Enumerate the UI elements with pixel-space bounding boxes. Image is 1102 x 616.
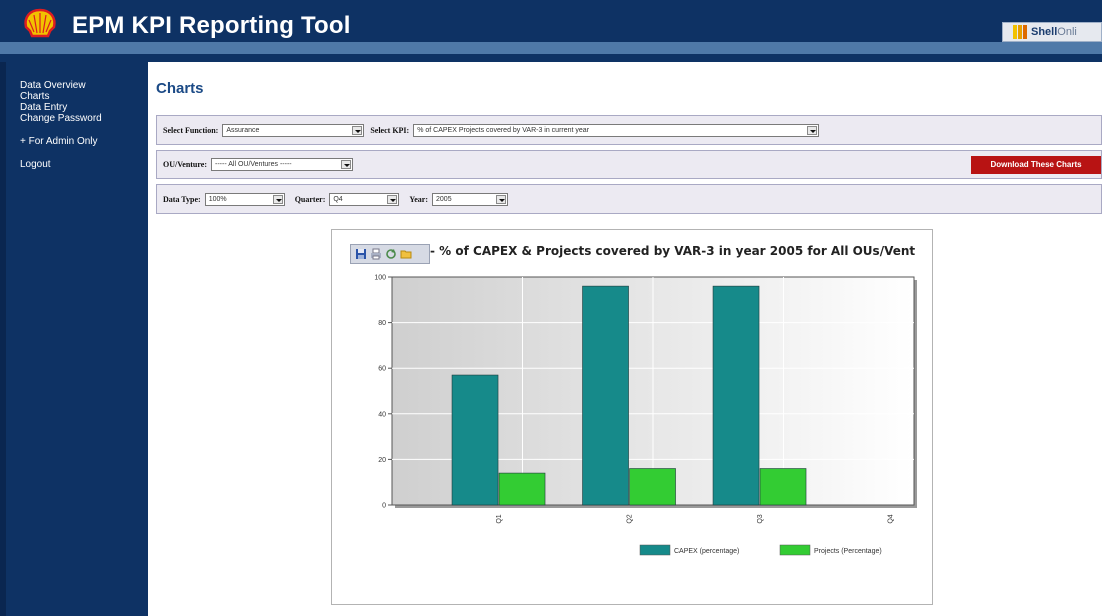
shell-online-badge[interactable]: ShellOnli [1002,22,1102,42]
folder-icon[interactable] [400,248,412,260]
y-tick-label: 0 [382,503,386,510]
shell-online-label: ShellOnli [1031,26,1077,38]
x-tick-label: Q3 [757,514,764,523]
chevron-down-icon[interactable] [352,125,363,135]
y-tick-label: 100 [374,275,386,282]
sidebar-nav: Data Overview Charts Data Entry Change P… [20,80,102,170]
bar-projects-q3 [759,468,807,506]
filter-row-ou: OU/Venture: ----- All OU/Ventures ----- … [156,150,1102,179]
bar-chart: 0 20 40 60 80 100 Q1 Q2 Q3 Q4 CAPEX (percentage) Pr… [374,275,917,556]
chart-title: % of CAPEX & Projects covered by VAR-3 i… [430,244,915,258]
filter-row-period: Data Type: 100% Quarter: Q4 Year: 2005 [156,184,1102,214]
datatype-select[interactable]: 100% [204,192,285,206]
ou-select[interactable]: ----- All OU/Ventures ----- [211,158,353,171]
y-tick-label: 40 [378,411,386,418]
y-tick-label: 20 [378,457,386,464]
x-tick-label: Q4 [887,514,894,523]
chevron-down-icon[interactable] [387,194,398,204]
chevron-down-icon[interactable] [272,194,283,204]
chart-panel: 0 20 40 60 80 100 Q1 Q2 Q3 Q4 CAPEX (percentage) Pr… [331,229,933,605]
datatype-label: Data Type: [163,194,201,204]
sidebar-item-data-entry[interactable]: Data Entry [20,102,102,113]
refresh-icon[interactable] [385,248,397,260]
shell-online-bars-icon [1013,25,1027,39]
bar-capex-q2 [582,285,629,506]
bar-projects-q1 [498,472,546,506]
sidebar-item-charts[interactable]: Charts [20,91,102,102]
page-title: Charts [156,80,204,97]
kpi-select-value: % of CAPEX Projects covered by VAR-3 in … [417,126,590,134]
chevron-down-icon[interactable] [496,194,507,204]
print-icon[interactable] [370,248,382,260]
function-label: Select Function: [163,125,219,135]
header-stripe [0,42,1102,54]
app-header: EPM KPI Reporting Tool ShellOnli [0,0,1102,62]
quarter-select[interactable]: Q4 [329,192,400,206]
app-title: EPM KPI Reporting Tool [72,12,351,39]
legend-swatch [639,544,671,556]
function-select-value: Assurance [226,126,260,134]
bar-capex-q3 [712,285,760,506]
year-label: Year: [409,194,429,204]
shell-pecten-icon [24,8,56,38]
year-select-value: 2005 [436,195,452,203]
ou-label: OU/Venture: [163,160,207,169]
bar-capex-q1 [451,374,499,506]
save-icon[interactable] [355,248,367,260]
y-tick-label: 80 [378,320,386,327]
filter-row-function-kpi: Select Function: Assurance Select KPI: %… [156,115,1102,145]
sidebar-item-logout[interactable]: Logout [20,159,102,170]
legend-label: Projects (Percentage) [814,548,882,555]
kpi-select[interactable]: % of CAPEX Projects covered by VAR-3 in … [413,123,820,137]
bar-projects-q2 [629,468,676,506]
header-bottom-band [0,54,1102,62]
datatype-select-value: 100% [208,195,227,203]
y-tick-label: 60 [378,366,386,373]
ou-select-value: ----- All OU/Ventures ----- [215,161,292,168]
sidebar: Data Overview Charts Data Entry Change P… [0,62,148,616]
x-tick-label: Q1 [496,514,503,523]
function-select[interactable]: Assurance [222,123,365,137]
quarter-label: Quarter: [294,194,326,204]
x-tick-label: Q2 [626,514,633,523]
quarter-select-value: Q4 [333,195,343,203]
legend-label: CAPEX (percentage) [674,548,739,555]
download-charts-button[interactable]: Download These Charts [971,156,1101,174]
kpi-label: Select KPI: [370,125,410,135]
chevron-down-icon[interactable] [341,160,351,169]
legend-swatch [779,544,811,556]
sidebar-item-admin-only[interactable]: + For Admin Only [20,136,102,147]
sidebar-item-data-overview[interactable]: Data Overview [20,80,102,91]
chevron-down-icon[interactable] [807,125,818,135]
sidebar-item-change-password[interactable]: Change Password [20,113,102,124]
chart-toolbar [350,244,430,264]
year-select[interactable]: 2005 [432,192,509,206]
